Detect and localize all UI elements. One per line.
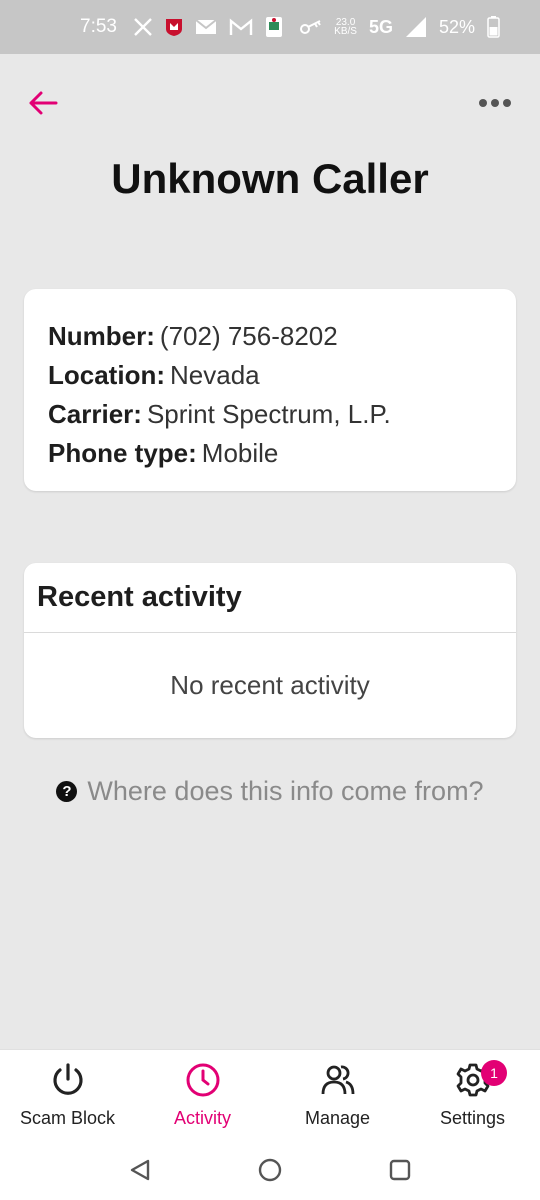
info-source-text: Where does this info come from?	[87, 776, 484, 806]
nav-settings[interactable]: 1 Settings	[405, 1050, 540, 1139]
clock-icon	[185, 1062, 221, 1098]
system-recents-button[interactable]	[386, 1156, 414, 1184]
settings-badge: 1	[481, 1060, 507, 1086]
number-value: (702) 756-8202	[159, 321, 338, 351]
carrier-row: Carrier: Sprint Spectrum, L.P.	[48, 395, 492, 434]
nav-scam-block[interactable]: Scam Block	[0, 1050, 135, 1139]
number-label: Number:	[48, 321, 155, 351]
more-horizontal-icon	[479, 99, 511, 107]
power-icon	[50, 1062, 86, 1098]
nav-label-scam-block: Scam Block	[19, 1108, 116, 1128]
nav-label-activity: Activity	[173, 1108, 231, 1128]
location-value: Nevada	[170, 360, 260, 390]
phone-type-value: Mobile	[201, 438, 279, 468]
location-label: Location:	[48, 360, 165, 390]
status-right: 23.0 KB/S 5G 52%	[300, 16, 500, 38]
system-home-button[interactable]	[256, 1156, 284, 1184]
triangle-back-icon	[130, 1159, 150, 1180]
phone-type-label: Phone type:	[48, 438, 197, 468]
more-options-button[interactable]	[474, 88, 516, 118]
nav-activity[interactable]: Activity	[135, 1050, 270, 1139]
status-left: 7:53	[80, 16, 283, 38]
nav-manage[interactable]: Manage	[270, 1050, 405, 1139]
network-type: 5G	[368, 16, 393, 37]
app-icon	[265, 16, 283, 38]
battery-percent: 52%	[438, 16, 475, 37]
mcafee-icon	[165, 17, 183, 37]
status-bar: 7:53 23.0 KB/S 5G 52%	[0, 0, 540, 54]
back-button[interactable]	[24, 84, 62, 122]
recent-activity-empty: No recent activity	[170, 670, 370, 700]
bottom-nav: Scam Block Activity Manage 1 Settings	[0, 1049, 540, 1139]
status-time: 7:53	[80, 16, 117, 37]
carrier-label: Carrier:	[48, 399, 142, 429]
speed-unit: KB/S	[334, 26, 357, 37]
help-icon: ?	[56, 781, 78, 802]
recent-activity-card: Recent activity No recent activity	[24, 563, 516, 738]
nav-label-settings: Settings	[439, 1108, 506, 1128]
page-title: Unknown Caller	[111, 155, 429, 202]
network-speed: 23.0 KB/S	[334, 18, 357, 37]
x-icon	[133, 17, 153, 37]
recent-activity-title: Recent activity	[24, 563, 516, 633]
battery-icon	[487, 16, 500, 38]
location-row: Location: Nevada	[48, 356, 492, 395]
system-nav-bar	[0, 1139, 540, 1200]
system-back-button[interactable]	[126, 1156, 154, 1184]
caller-info-card: Number: (702) 756-8202 Location: Nevada Ca…	[24, 289, 516, 491]
mail-icon	[195, 19, 217, 35]
number-row: Number: (702) 756-8202	[48, 317, 492, 356]
square-recents-icon	[389, 1159, 411, 1180]
gmail-icon	[229, 18, 253, 36]
arrow-left-icon	[29, 91, 58, 115]
nav-label-manage: Manage	[304, 1108, 371, 1128]
signal-icon	[405, 16, 427, 38]
phone-type-row: Phone type: Mobile	[48, 434, 492, 473]
vpn-key-icon	[300, 20, 322, 34]
screen: 7:53 23.0 KB/S 5G 52% Unknown Caller Num…	[0, 0, 540, 1200]
circle-home-icon	[258, 1158, 282, 1181]
people-icon	[320, 1062, 356, 1098]
carrier-value: Sprint Spectrum, L.P.	[146, 399, 391, 429]
info-source-link[interactable]: ? Where does this info come from?	[0, 776, 540, 807]
